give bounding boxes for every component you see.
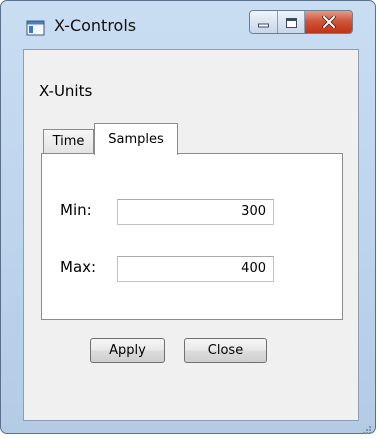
app-window-icon (26, 19, 46, 37)
x-units-label: X-Units (39, 82, 93, 100)
tab-samples[interactable]: Samples (94, 123, 178, 155)
resize-grip-icon[interactable] (362, 420, 372, 434)
minimize-button[interactable] (250, 11, 278, 33)
title-bar[interactable]: X-Controls (1, 1, 375, 47)
tab-time[interactable]: Time (43, 129, 94, 153)
maximize-button[interactable] (278, 11, 305, 33)
close-icon (321, 13, 336, 32)
dialog-client-area: X-Units Time Samples Min: 300 Max: 400 A… (23, 49, 359, 421)
dialog-window: X-Controls X-Units Time Samples Min: 300… (0, 0, 376, 434)
window-title: X-Controls (54, 16, 137, 35)
minimize-icon (258, 13, 269, 32)
tab-time-label: Time (52, 134, 85, 149)
caption-buttons (249, 10, 353, 34)
max-input[interactable]: 400 (117, 256, 274, 282)
samples-tab-panel: Min: 300 Max: 400 (41, 153, 343, 320)
maximize-icon (285, 13, 297, 32)
apply-button[interactable]: Apply (90, 338, 165, 363)
min-input[interactable]: 300 (117, 199, 274, 225)
close-window-button[interactable] (305, 11, 352, 33)
close-button[interactable]: Close (184, 338, 267, 363)
min-label: Min: (60, 201, 92, 219)
max-label: Max: (60, 258, 97, 276)
tab-samples-label: Samples (108, 132, 164, 147)
